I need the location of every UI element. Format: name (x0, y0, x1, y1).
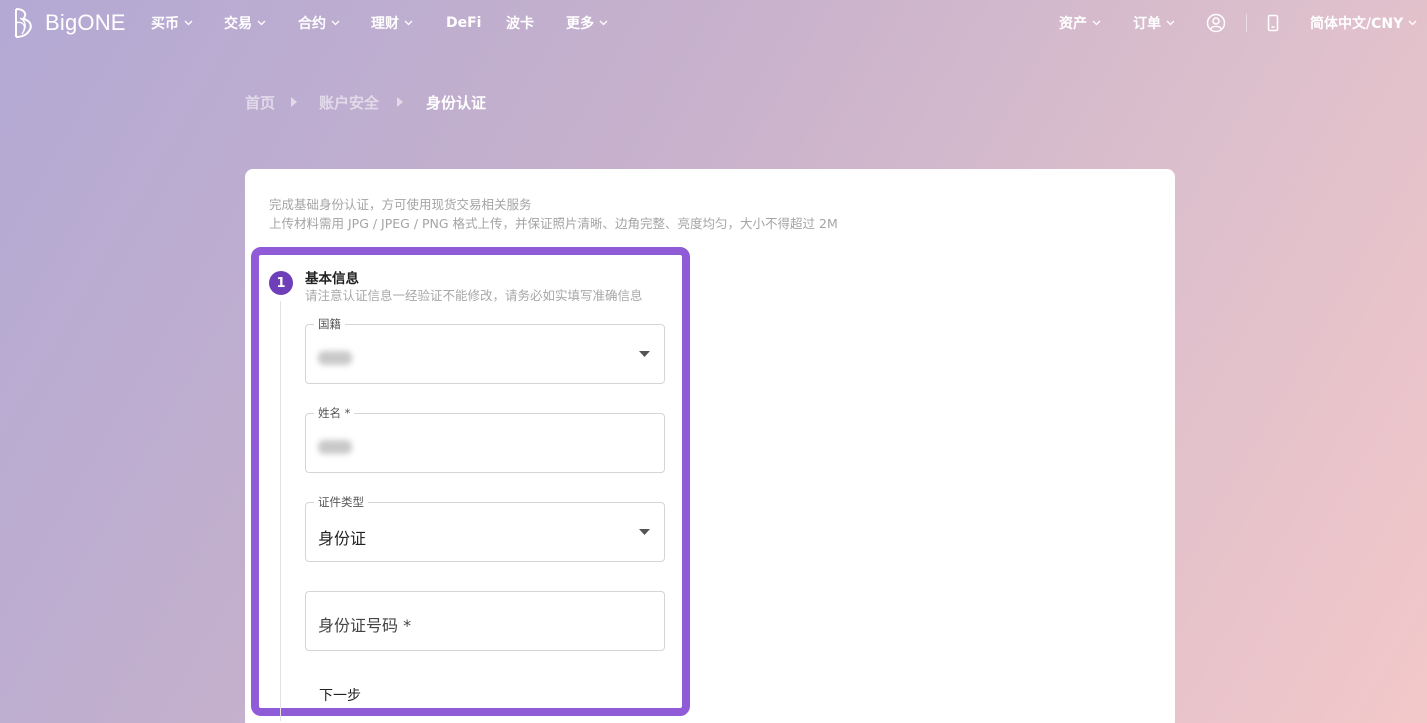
id-type-label: 证件类型 (314, 494, 368, 510)
next-step-button[interactable]: 下一步 (319, 685, 361, 705)
caret-down-icon (639, 529, 650, 535)
bigone-logo-icon (15, 8, 32, 38)
step-connector-line (280, 301, 281, 721)
chevron-down-icon (1408, 20, 1417, 26)
basic-info-step: 1 基本信息 请注意认证信息一经验证不能修改，请务必如实填写准确信息 国籍 姓名… (251, 247, 690, 721)
nav-finance[interactable]: 理财 (371, 0, 413, 46)
name-label: 姓名 * (314, 405, 355, 421)
nationality-value-redacted (318, 351, 352, 365)
nav-defi-label: DeFi (446, 15, 482, 31)
nav-orders-label: 订单 (1133, 16, 1161, 32)
chevron-down-icon (1092, 20, 1101, 26)
mobile-phone-icon[interactable] (1262, 12, 1284, 34)
nav-trade-label: 交易 (224, 16, 252, 32)
nav-polkadot[interactable]: 波卡 (506, 0, 534, 46)
nav-defi[interactable]: DeFi (446, 0, 481, 46)
chevron-right-icon (291, 97, 297, 107)
nav-finance-label: 理财 (371, 16, 399, 32)
breadcrumb-account-security[interactable]: 账户安全 (319, 92, 379, 113)
language-currency-label: 简体中文/CNY (1310, 16, 1404, 32)
nav-buy-crypto-label: 买币 (151, 16, 179, 32)
nav-more-label: 更多 (566, 16, 594, 32)
breadcrumb-identity-verification: 身份认证 (426, 94, 487, 112)
chevron-right-icon (397, 97, 403, 107)
chevron-down-icon (404, 20, 413, 26)
nav-contracts-label: 合约 (298, 16, 326, 32)
id-number-placeholder: 身份证号码 * (318, 616, 412, 635)
step-number-badge: 1 (269, 271, 293, 295)
brand-logo[interactable]: BigONE (10, 6, 126, 40)
nationality-label: 国籍 (314, 316, 345, 332)
chevron-down-icon (257, 20, 266, 26)
step-title: 基本信息 (305, 271, 359, 287)
nationality-select[interactable]: 国籍 (305, 316, 665, 384)
nav-assets[interactable]: 资产 (1059, 0, 1101, 46)
name-value-redacted (318, 440, 352, 454)
intro-line-2: 上传材料需用 JPG / JPEG / PNG 格式上传，并保证照片清晰、边角完… (269, 216, 838, 231)
chevron-down-icon (184, 20, 193, 26)
brand-name: BigONE (45, 10, 126, 35)
language-currency-selector[interactable]: 简体中文/CNY (1310, 0, 1417, 46)
nav-assets-label: 资产 (1059, 16, 1087, 32)
id-type-value: 身份证 (318, 529, 367, 548)
id-type-select[interactable]: 证件类型 身份证 (305, 494, 665, 562)
nav-contracts[interactable]: 合约 (298, 0, 340, 46)
caret-down-icon (639, 351, 650, 357)
top-navigation-bar: BigONE 买币 交易 合约 理财 DeFi 波卡 更多 资产 订单 简体中文… (0, 0, 1427, 46)
nav-more[interactable]: 更多 (566, 0, 608, 46)
chevron-down-icon (331, 20, 340, 26)
nav-buy-crypto[interactable]: 买币 (151, 0, 193, 46)
name-field[interactable]: 姓名 * (305, 405, 665, 473)
chevron-down-icon (599, 20, 608, 26)
nav-trade[interactable]: 交易 (224, 0, 266, 46)
step-subtitle: 请注意认证信息一经验证不能修改，请务必如实填写准确信息 (305, 288, 643, 303)
nav-divider (1246, 14, 1247, 32)
intro-line-1: 完成基础身份认证，方可使用现货交易相关服务 (269, 197, 532, 212)
nav-orders[interactable]: 订单 (1133, 0, 1175, 46)
chevron-down-icon (1166, 20, 1175, 26)
verification-card: 完成基础身份认证，方可使用现货交易相关服务 上传材料需用 JPG / JPEG … (245, 169, 1175, 723)
user-circle-icon[interactable] (1205, 12, 1227, 34)
id-number-input[interactable]: 身份证号码 * (305, 591, 665, 651)
breadcrumb-home[interactable]: 首页 (245, 92, 275, 113)
nav-polkadot-label: 波卡 (506, 16, 534, 32)
